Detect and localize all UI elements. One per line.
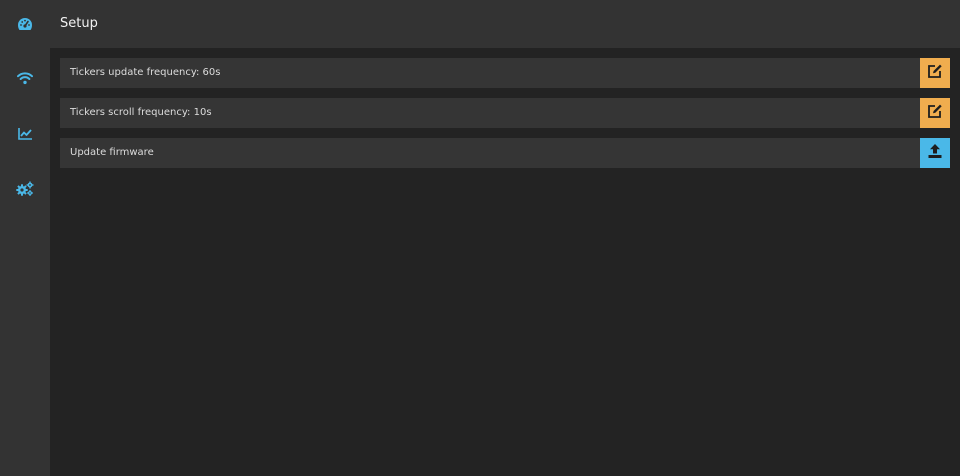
dashboard-gauge-icon	[17, 16, 33, 32]
upload-icon	[927, 143, 943, 163]
upload-firmware-button[interactable]	[920, 138, 950, 168]
sidebar-item-charts[interactable]	[0, 117, 50, 149]
edit-scroll-frequency-button[interactable]	[920, 98, 950, 128]
sidebar-item-setup[interactable]	[0, 172, 50, 204]
wifi-icon	[17, 71, 33, 85]
setting-row-update-frequency: Tickers update frequency: 60s	[60, 58, 950, 88]
header: Setup	[50, 0, 960, 48]
setting-row-label: Update firmware	[70, 147, 154, 158]
cogs-icon	[16, 181, 34, 196]
sidebar-item-wifi[interactable]	[0, 62, 50, 94]
edit-icon	[927, 63, 943, 83]
page-title: Setup	[60, 16, 98, 31]
sidebar-item-dashboard[interactable]	[0, 8, 50, 40]
setting-row-label: Tickers update frequency: 60s	[70, 67, 221, 78]
sidebar	[0, 0, 50, 476]
chart-line-icon	[17, 127, 33, 140]
setting-row-label: Tickers scroll frequency: 10s	[70, 107, 212, 118]
setting-row-scroll-frequency: Tickers scroll frequency: 10s	[60, 98, 950, 128]
edit-icon	[927, 103, 943, 123]
edit-update-frequency-button[interactable]	[920, 58, 950, 88]
setting-row-update-firmware: Update firmware	[60, 138, 950, 168]
